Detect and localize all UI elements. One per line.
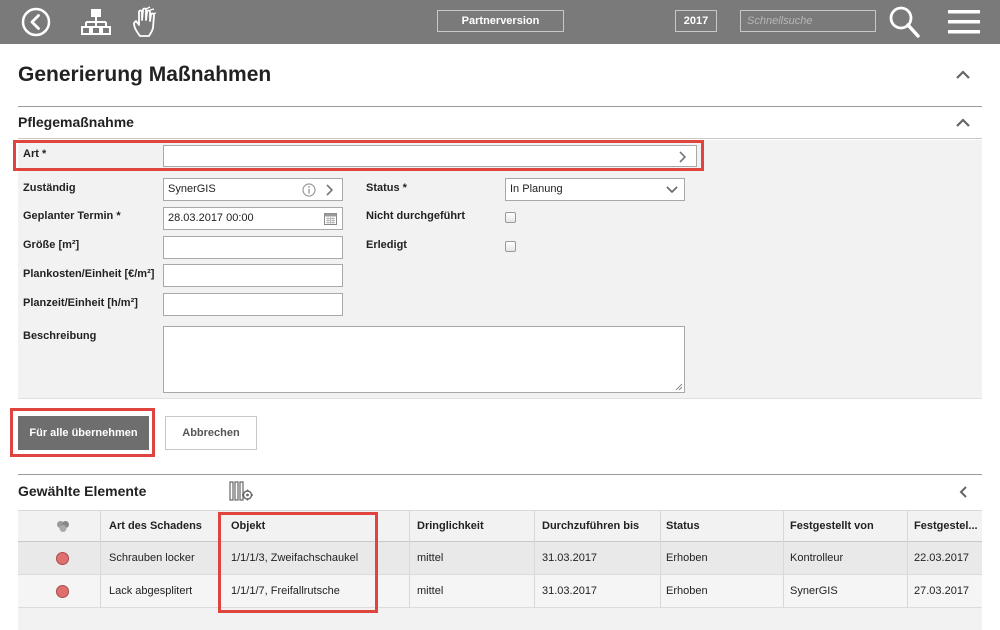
- table-row[interactable]: Schrauben locker 1/1/1/3, Zweifachschauk…: [18, 542, 982, 575]
- zustaendig-field[interactable]: SynerGIS: [163, 178, 343, 201]
- status-select[interactable]: In Planung: [505, 178, 685, 201]
- beschreibung-label: Beschreibung: [23, 330, 97, 342]
- section-title-pflegemassnahme: Pflegemaßnahme: [18, 114, 134, 130]
- calendar-icon[interactable]: [324, 212, 337, 225]
- divider: [18, 106, 982, 107]
- column-separator: [100, 510, 101, 608]
- status-dot: [56, 585, 69, 598]
- table-cell: mittel: [417, 552, 444, 564]
- erledigt-checkbox[interactable]: [505, 241, 516, 252]
- top-bar: Partnerversion 2017: [0, 0, 1000, 44]
- quick-search-input[interactable]: [740, 10, 876, 32]
- nicht-durchgefuehrt-checkbox[interactable]: [505, 212, 516, 223]
- groesse-label: Größe [m²]: [23, 239, 80, 251]
- termin-label: Geplanter Termin *: [23, 210, 121, 222]
- touch-hand-icon[interactable]: [128, 6, 160, 38]
- table-footer: [18, 608, 982, 630]
- table-cell: 31.03.2017: [542, 585, 598, 597]
- collapse-page-icon[interactable]: [955, 70, 971, 80]
- zustaendig-label: Zuständig: [23, 182, 76, 194]
- column-header[interactable]: Festgestellt von: [790, 520, 874, 532]
- table-cell: Erhoben: [666, 552, 708, 564]
- zustaendig-value: SynerGIS: [168, 183, 216, 195]
- column-separator: [907, 510, 908, 608]
- beschreibung-textarea[interactable]: [163, 326, 685, 393]
- chevron-left-icon[interactable]: [958, 485, 968, 499]
- groesse-field[interactable]: [163, 236, 343, 259]
- column-header[interactable]: Status: [666, 520, 700, 532]
- divider: [18, 138, 982, 139]
- table-cell: 27.03.2017: [914, 585, 970, 597]
- back-button-icon[interactable]: [20, 6, 52, 38]
- cancel-button[interactable]: Abbrechen: [165, 416, 257, 450]
- termin-field[interactable]: 28.03.2017 00:00: [163, 207, 343, 230]
- column-header[interactable]: Art des Schadens: [109, 520, 202, 532]
- column-separator: [783, 510, 784, 608]
- column-header[interactable]: Festgestel...: [914, 520, 982, 532]
- table-cell: Lack abgesplitert: [109, 585, 193, 597]
- status-label: Status *: [366, 182, 407, 194]
- highlight-art: [13, 140, 704, 171]
- plankosten-label: Plankosten/Einheit [€/m²]: [23, 268, 155, 280]
- table-header-row: Art des Schadens Objekt Dringlichkeit Du…: [18, 510, 982, 542]
- status-dot: [56, 552, 69, 565]
- column-separator: [534, 510, 535, 608]
- year-selector[interactable]: 2017: [675, 10, 717, 32]
- highlight-object-column: [218, 512, 378, 613]
- status-filter-icon[interactable]: [56, 520, 70, 533]
- page-title: Generierung Maßnahmen: [18, 63, 272, 86]
- column-separator: [409, 510, 410, 608]
- divider: [18, 398, 982, 399]
- chevron-right-icon[interactable]: [326, 184, 334, 196]
- partner-version-button[interactable]: Partnerversion: [437, 10, 564, 32]
- column-separator: [660, 510, 661, 608]
- table-cell: Erhoben: [666, 585, 708, 597]
- divider: [18, 474, 982, 475]
- hierarchy-icon[interactable]: [80, 6, 112, 38]
- highlight-apply-button: [10, 408, 155, 457]
- selected-elements-table: Art des Schadens Objekt Dringlichkeit Du…: [18, 510, 982, 630]
- table-row[interactable]: Lack abgesplitert 1/1/1/7, Freifallrutsc…: [18, 575, 982, 608]
- collapse-section-icon[interactable]: [955, 118, 971, 128]
- erledigt-label: Erledigt: [366, 239, 407, 251]
- column-header[interactable]: Dringlichkeit: [417, 520, 484, 532]
- table-cell: 22.03.2017: [914, 552, 970, 564]
- table-cell: mittel: [417, 585, 444, 597]
- section-title-selected-elements: Gewählte Elemente: [18, 483, 147, 499]
- table-cell: Schrauben locker: [109, 552, 195, 564]
- status-value: In Planung: [510, 183, 563, 195]
- hamburger-menu-icon[interactable]: [948, 8, 980, 36]
- column-header[interactable]: Durchzuführen bis: [542, 520, 639, 532]
- planzeit-field[interactable]: [163, 293, 343, 316]
- plankosten-field[interactable]: [163, 264, 343, 287]
- chevron-down-icon[interactable]: [666, 186, 678, 194]
- nicht-durchgefuehrt-label: Nicht durchgeführt: [366, 210, 465, 222]
- info-icon[interactable]: [302, 183, 316, 197]
- table-cell: 31.03.2017: [542, 552, 598, 564]
- termin-value: 28.03.2017 00:00: [168, 212, 254, 224]
- search-icon[interactable]: [887, 5, 921, 39]
- planzeit-label: Planzeit/Einheit [h/m²]: [23, 297, 138, 309]
- table-cell: SynerGIS: [790, 585, 838, 597]
- table-cell: Kontrolleur: [790, 552, 844, 564]
- column-settings-icon[interactable]: [229, 481, 253, 501]
- resize-grip-icon[interactable]: [675, 383, 683, 391]
